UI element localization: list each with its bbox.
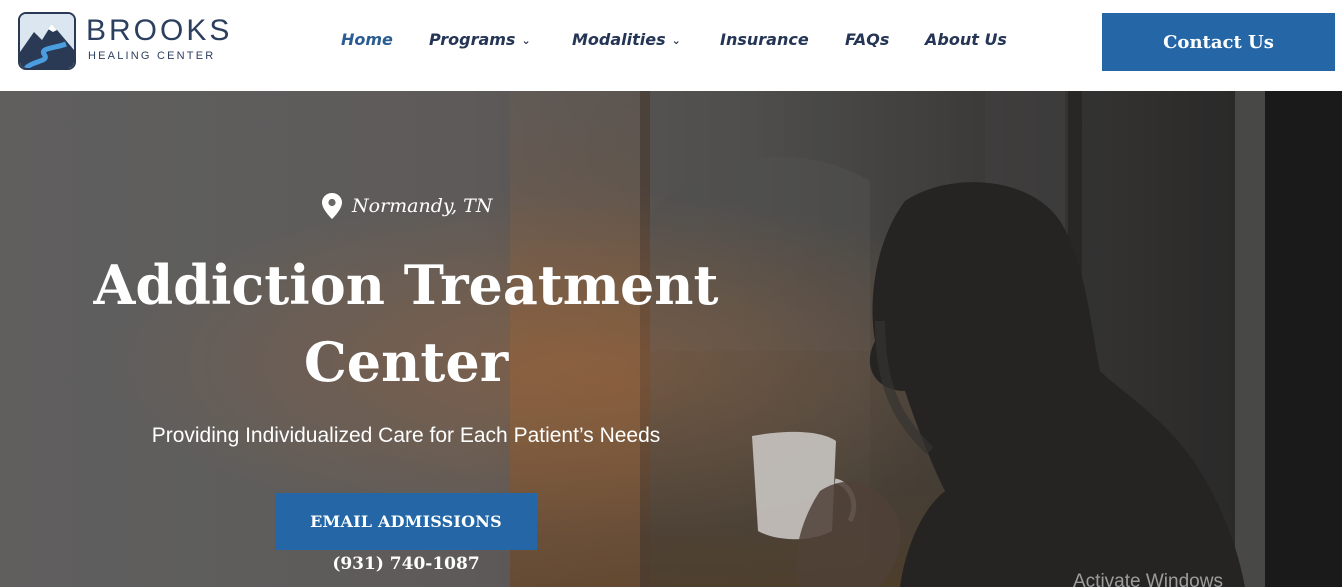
nav-faqs[interactable]: FAQs <box>845 30 889 49</box>
logo-name: BROOKS <box>86 14 233 47</box>
nav-programs-label: Programs <box>429 30 516 49</box>
location-text: Normandy, TN <box>352 195 493 217</box>
location-line: Normandy, TN <box>322 191 492 221</box>
nav-insurance[interactable]: Insurance <box>720 30 809 49</box>
nav-about-us-label: About Us <box>925 30 1007 49</box>
hero-subtitle: Providing Individualized Care for Each P… <box>151 424 661 447</box>
nav-faqs-label: FAQs <box>845 30 890 49</box>
chevron-down-icon: ⌄ <box>521 34 531 47</box>
site-header: BROOKS HEALING CENTER Home Programs ⌄ Mod… <box>0 0 1342 91</box>
mountain-river-logo-icon <box>18 12 76 70</box>
map-pin-icon <box>322 193 342 219</box>
contact-us-button[interactable]: Contact Us <box>1102 13 1335 71</box>
activate-windows-watermark: Activate Windows <box>1073 571 1223 587</box>
nav-modalities[interactable]: Modalities ⌄ <box>572 30 681 49</box>
hero-title: Addiction Treatment Center <box>56 247 756 401</box>
hero-title-line1: Addiction Treatment <box>93 253 719 317</box>
nav-insurance-label: Insurance <box>720 30 809 49</box>
nav-about-us[interactable]: About Us <box>925 30 1007 49</box>
email-admissions-button[interactable]: EMAIL ADMISSIONS <box>275 493 537 550</box>
hero-section: Normandy, TN Addiction Treatment Center … <box>0 91 1342 587</box>
nav-home-label: Home <box>341 30 393 49</box>
nav-home[interactable]: Home <box>341 30 393 49</box>
brand-logo[interactable]: BROOKS HEALING CENTER <box>18 12 248 72</box>
hero-title-line2: Center <box>303 330 509 394</box>
nav-modalities-label: Modalities <box>572 30 666 49</box>
chevron-down-icon: ⌄ <box>671 34 681 47</box>
logo-subtitle: HEALING CENTER <box>88 50 216 62</box>
nav-programs[interactable]: Programs ⌄ <box>429 30 531 49</box>
phone-number-link[interactable]: (931) 740-1087 <box>275 554 537 574</box>
